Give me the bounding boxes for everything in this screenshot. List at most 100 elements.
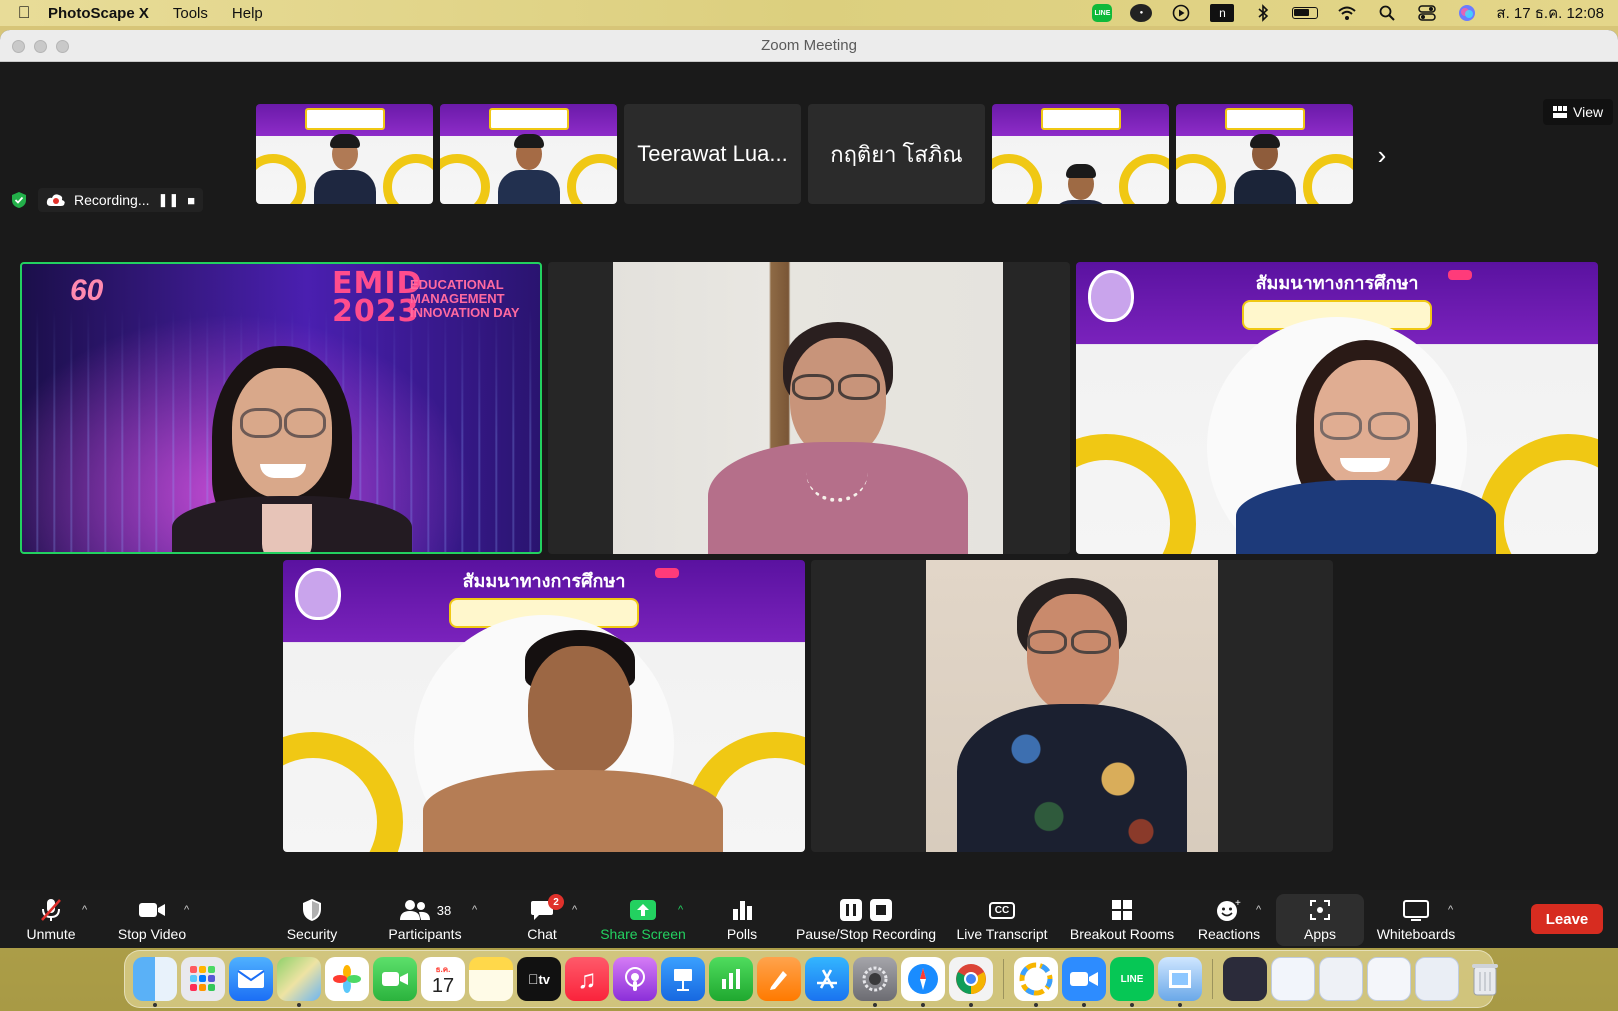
control-center-icon[interactable] xyxy=(1416,5,1438,21)
apps-button[interactable]: Apps xyxy=(1296,890,1344,948)
spotlight-search-icon[interactable] xyxy=(1376,5,1398,21)
stop-video-button[interactable]: Stop Video xyxy=(114,890,190,948)
music-icon[interactable]: ♫ xyxy=(565,957,609,1001)
status-app-icon[interactable]: ● xyxy=(1130,4,1153,22)
view-button[interactable]: View xyxy=(1543,99,1614,125)
facetime-icon[interactable] xyxy=(373,957,417,1001)
chat-unread-badge: 2 xyxy=(548,894,564,910)
chevron-right-icon[interactable]: › xyxy=(1370,140,1394,171)
participants-options-caret-icon[interactable]: ^ xyxy=(472,904,477,916)
keynote-icon[interactable] xyxy=(661,957,705,1001)
participant-video xyxy=(957,578,1187,852)
audio-options-caret-icon[interactable]: ^ xyxy=(82,904,87,916)
video-tile[interactable]: สัมมนาทางการศึกษา xyxy=(1076,262,1598,554)
filmstrip-tile[interactable] xyxy=(256,104,433,204)
numbers-icon[interactable] xyxy=(709,957,753,1001)
minimize-window-button[interactable] xyxy=(34,40,47,53)
filmstrip-tile-name[interactable]: Teerawat Lua... xyxy=(624,104,801,204)
encryption-shield-icon[interactable] xyxy=(10,190,28,210)
bluetooth-icon[interactable] xyxy=(1252,4,1274,22)
participant-video xyxy=(708,322,968,554)
notes-icon[interactable] xyxy=(469,957,513,1001)
recent-window-thumbnail[interactable] xyxy=(1223,957,1267,1001)
recording-pill[interactable]: Recording... ❚❚ ■ xyxy=(38,188,204,212)
podcasts-icon[interactable] xyxy=(613,957,657,1001)
apps-label: Apps xyxy=(1304,926,1336,942)
pause-recording-icon[interactable]: ❚❚ xyxy=(157,192,179,208)
stop-recording-icon[interactable]: ■ xyxy=(187,193,195,208)
pages-icon[interactable] xyxy=(757,957,801,1001)
maps-icon[interactable] xyxy=(277,957,321,1007)
whiteboards-options-caret-icon[interactable]: ^ xyxy=(1448,904,1453,916)
recent-document-thumbnail[interactable] xyxy=(1415,957,1459,1001)
calendar-icon[interactable]: ธ.ค. 17 xyxy=(421,957,465,1001)
zoom-icon[interactable] xyxy=(1062,957,1106,1007)
whiteboards-label: Whiteboards xyxy=(1376,926,1456,942)
svg-text:+: + xyxy=(1235,898,1241,909)
appletv-icon[interactable]: tv xyxy=(517,957,561,1001)
recent-document-thumbnail[interactable] xyxy=(1319,957,1363,1001)
pause-stop-recording-button[interactable]: Pause/Stop Recording xyxy=(796,890,936,948)
video-options-caret-icon[interactable]: ^ xyxy=(184,904,189,916)
unmute-button[interactable]: Unmute xyxy=(22,890,80,948)
leave-button[interactable]: Leave xyxy=(1531,904,1603,934)
photos-icon[interactable] xyxy=(325,957,369,1001)
wifi-icon[interactable] xyxy=(1336,5,1358,21)
menu-help[interactable]: Help xyxy=(232,5,263,22)
reactions-button[interactable]: + Reactions xyxy=(1194,890,1264,948)
close-window-button[interactable] xyxy=(12,40,25,53)
live-transcript-button[interactable]: CC Live Transcript xyxy=(954,890,1050,948)
apple-menu-icon[interactable]:  xyxy=(0,3,48,23)
line-icon[interactable]: LINE xyxy=(1110,957,1154,1007)
polls-button[interactable]: Polls xyxy=(722,890,762,948)
breakout-rooms-label: Breakout Rooms xyxy=(1069,926,1175,942)
clock[interactable]: ส. 17 ธ.ค. 12:08 xyxy=(1496,1,1604,25)
macos-dock: ธ.ค. 17 tv ♫ LINE xyxy=(124,950,1498,1008)
zoom-window-button[interactable] xyxy=(56,40,69,53)
filmstrip-tile[interactable] xyxy=(992,104,1169,204)
breakout-rooms-grid-icon xyxy=(1111,896,1133,924)
pause-stop-icon xyxy=(839,896,893,924)
recent-document-thumbnail[interactable] xyxy=(1271,957,1315,1001)
breakout-rooms-button[interactable]: Breakout Rooms xyxy=(1070,890,1174,948)
video-tile[interactable] xyxy=(548,262,1070,554)
whiteboards-button[interactable]: Whiteboards xyxy=(1374,890,1458,948)
preview-icon[interactable] xyxy=(1158,957,1202,1007)
video-tile-active-speaker[interactable]: 60 EMID 2023 EDUCATIONAL MANAGEMENT INNO… xyxy=(20,262,542,554)
appstore-icon[interactable] xyxy=(805,957,849,1001)
filmstrip-tile[interactable] xyxy=(440,104,617,204)
participant-video xyxy=(423,630,723,852)
share-screen-button[interactable]: Share Screen xyxy=(600,890,686,948)
play-status-icon[interactable] xyxy=(1170,4,1192,22)
filmstrip-tile[interactable] xyxy=(1176,104,1353,204)
recent-document-thumbnail[interactable] xyxy=(1367,957,1411,1001)
launchpad-icon[interactable] xyxy=(181,957,225,1001)
video-tile[interactable]: สัมมนาทางการศึกษา xyxy=(283,560,805,852)
battery-icon[interactable] xyxy=(1292,7,1319,19)
menu-tools[interactable]: Tools xyxy=(173,5,208,22)
reactions-options-caret-icon[interactable]: ^ xyxy=(1256,904,1261,916)
trash-icon[interactable] xyxy=(1463,957,1507,1001)
participants-icon: 38 xyxy=(399,896,451,924)
share-options-caret-icon[interactable]: ^ xyxy=(678,904,683,916)
siri-icon[interactable] xyxy=(1456,5,1478,21)
video-tile[interactable] xyxy=(811,560,1333,852)
recording-label: Recording... xyxy=(74,192,150,208)
chrome-icon[interactable] xyxy=(949,957,993,1007)
security-button[interactable]: Security xyxy=(282,890,342,948)
safari-icon[interactable] xyxy=(901,957,945,1007)
settings-icon[interactable] xyxy=(853,957,897,1007)
photoscape-icon[interactable] xyxy=(1014,957,1058,1007)
finder-icon[interactable] xyxy=(133,957,177,1007)
line-status-icon[interactable]: LINE xyxy=(1092,4,1113,22)
chat-options-caret-icon[interactable]: ^ xyxy=(572,904,577,916)
chat-button[interactable]: 2 Chat xyxy=(522,890,564,948)
filmstrip-tile-name[interactable]: กฤติยา โสภิณ xyxy=(808,104,985,204)
mail-icon[interactable] xyxy=(229,957,273,1001)
n-status-icon[interactable]: n xyxy=(1210,4,1235,22)
participants-button[interactable]: 38 Participants xyxy=(384,890,466,948)
poster-banner xyxy=(1040,108,1121,130)
calendar-month: ธ.ค. xyxy=(435,964,451,974)
chat-label: Chat xyxy=(527,926,557,942)
menu-app-name[interactable]: PhotoScape X xyxy=(48,5,149,22)
